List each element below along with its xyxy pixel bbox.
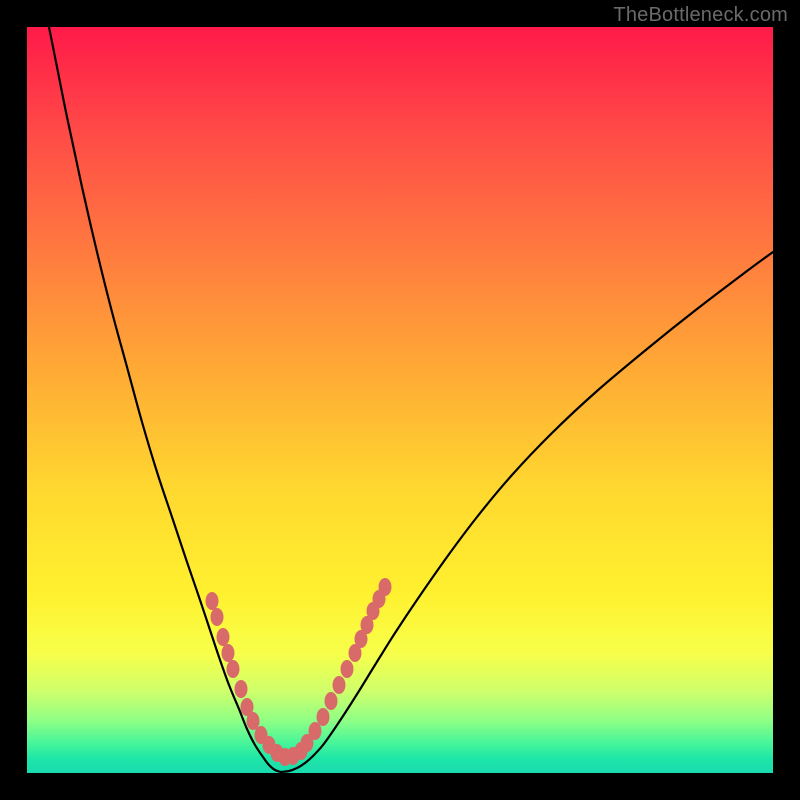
marker-dot bbox=[317, 708, 330, 726]
marker-dot bbox=[217, 628, 230, 646]
chart-frame: TheBottleneck.com bbox=[0, 0, 800, 800]
marker-layer bbox=[206, 578, 392, 766]
watermark-text: TheBottleneck.com bbox=[613, 4, 788, 27]
chart-svg bbox=[27, 27, 773, 773]
marker-dot bbox=[325, 692, 338, 710]
marker-dot bbox=[333, 676, 346, 694]
marker-dot bbox=[235, 680, 248, 698]
marker-dot bbox=[309, 722, 322, 740]
left-curve bbox=[49, 27, 281, 772]
plot-area bbox=[27, 27, 773, 773]
marker-dot bbox=[341, 660, 354, 678]
marker-dot bbox=[222, 644, 235, 662]
curve-layer bbox=[49, 27, 773, 772]
right-curve bbox=[281, 252, 773, 772]
marker-dot bbox=[247, 712, 260, 730]
marker-dot bbox=[379, 578, 392, 596]
marker-dot bbox=[211, 608, 224, 626]
marker-dot bbox=[206, 592, 219, 610]
marker-dot bbox=[227, 660, 240, 678]
